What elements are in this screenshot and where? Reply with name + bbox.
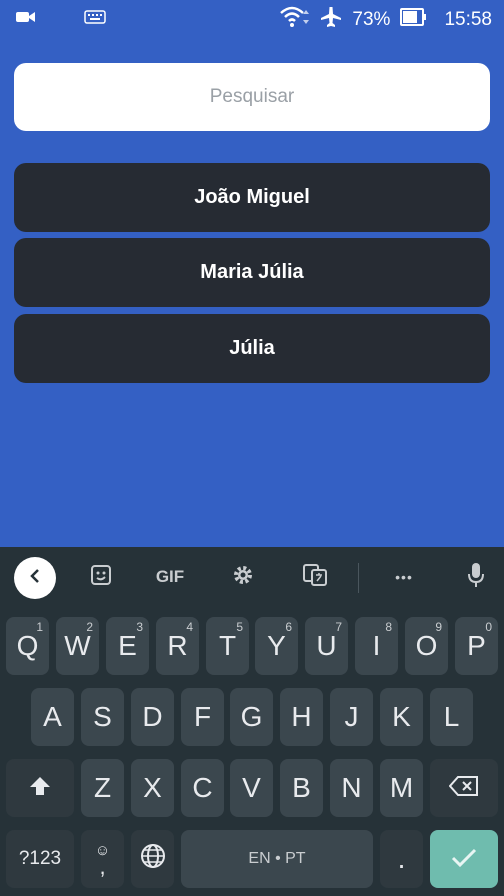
gif-button[interactable]: GIF [150, 559, 190, 595]
key-z[interactable]: Z [81, 759, 124, 817]
key-label: U [316, 630, 337, 661]
globe-icon [140, 843, 166, 876]
wifi-icon [280, 6, 310, 34]
checkmark-icon [451, 843, 477, 875]
key-m[interactable]: M [380, 759, 423, 817]
gear-icon [231, 563, 255, 592]
chevron-left-icon [27, 568, 43, 589]
key-e[interactable]: E3 [106, 617, 149, 675]
key-hint: 8 [385, 620, 392, 634]
key-v[interactable]: V [230, 759, 273, 817]
key-y[interactable]: Y6 [255, 617, 298, 675]
key-k[interactable]: K [380, 688, 423, 746]
key-x[interactable]: X [131, 759, 174, 817]
backspace-icon [448, 772, 479, 804]
key-hint: 0 [485, 620, 492, 634]
key-i[interactable]: I8 [355, 617, 398, 675]
keyboard-icon [84, 10, 106, 29]
list-item[interactable]: Maria Júlia [14, 238, 490, 307]
key-l[interactable]: L [430, 688, 473, 746]
key-label: W [64, 630, 91, 661]
translate-icon [302, 563, 328, 592]
airplane-mode-icon [320, 6, 342, 34]
key-r[interactable]: R4 [156, 617, 199, 675]
backspace-key[interactable] [430, 759, 498, 817]
list-item[interactable]: Júlia [14, 314, 490, 383]
key-p[interactable]: P0 [455, 617, 498, 675]
key-label: I [372, 630, 381, 661]
done-key[interactable] [430, 830, 498, 888]
symbols-key[interactable]: ?123 [6, 830, 74, 888]
shift-key[interactable] [6, 759, 74, 817]
key-d[interactable]: D [131, 688, 174, 746]
search-box[interactable] [14, 63, 490, 131]
key-hint: 9 [435, 620, 442, 634]
search-input[interactable] [40, 85, 464, 109]
key-g[interactable]: G [230, 688, 273, 746]
video-camera-icon [16, 10, 36, 29]
battery-percent: 73% [352, 9, 391, 30]
key-c[interactable]: C [181, 759, 224, 817]
key-label: E [118, 630, 137, 661]
key-h[interactable]: H [280, 688, 323, 746]
key-b[interactable]: B [280, 759, 323, 817]
key-label: P [467, 630, 486, 661]
status-bar: 73% 15:58 [0, 0, 504, 38]
key-u[interactable]: U7 [305, 617, 348, 675]
key-a[interactable]: A [31, 688, 74, 746]
comma-label: , [99, 853, 106, 879]
key-label: Q [16, 630, 39, 661]
settings-button[interactable] [228, 559, 258, 595]
key-hint: 4 [186, 620, 193, 634]
sticker-icon [89, 563, 113, 592]
toolbar-divider [358, 563, 359, 593]
key-hint: 1 [36, 620, 43, 634]
key-hint: 5 [236, 620, 243, 634]
sticker-button[interactable] [86, 559, 116, 595]
battery-icon [400, 8, 428, 32]
key-label: T [218, 630, 237, 661]
keyboard-toolbar: GIF ••• [0, 547, 504, 609]
voice-input-button[interactable] [462, 559, 490, 595]
more-button[interactable]: ••• [388, 559, 420, 595]
microphone-icon [466, 561, 486, 594]
shift-icon [29, 772, 51, 804]
language-key[interactable] [131, 830, 174, 888]
key-hint: 6 [285, 620, 292, 634]
space-bar[interactable]: EN • PT [181, 830, 373, 888]
key-hint: 3 [136, 620, 143, 634]
key-hint: 7 [335, 620, 342, 634]
key-o[interactable]: O9 [405, 617, 448, 675]
list-item[interactable]: João Miguel [14, 163, 490, 232]
key-label: R [167, 630, 188, 661]
key-n[interactable]: N [330, 759, 373, 817]
translate-button[interactable] [300, 559, 330, 595]
key-label: Y [267, 630, 286, 661]
on-screen-keyboard: GIF ••• Q1 W2 E3 R4 T5 Y6 U7 I8 O9 P0 A … [0, 547, 504, 896]
key-j[interactable]: J [330, 688, 373, 746]
keyboard-back-button[interactable] [14, 557, 56, 599]
key-s[interactable]: S [81, 688, 124, 746]
clock: 15:58 [444, 9, 492, 30]
period-key[interactable]: . [380, 830, 423, 888]
key-t[interactable]: T5 [206, 617, 249, 675]
key-q[interactable]: Q1 [6, 617, 49, 675]
comma-key[interactable]: ☺ , [81, 830, 124, 888]
key-hint: 2 [86, 620, 93, 634]
key-f[interactable]: F [181, 688, 224, 746]
key-w[interactable]: W2 [56, 617, 99, 675]
key-label: O [415, 630, 438, 661]
